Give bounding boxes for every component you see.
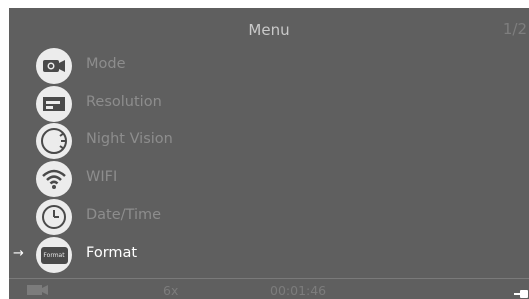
menu-item-wifi[interactable]: WIFI	[9, 161, 529, 197]
menu-item-date-time[interactable]: Date/Time	[9, 199, 529, 235]
video-camera-icon	[27, 284, 49, 299]
selection-arrow: →	[13, 246, 24, 261]
camera-menu-screen: Menu 1/2 Mode Resolution Night Vision WI…	[9, 8, 529, 299]
menu-item-label: Night Vision	[86, 131, 173, 147]
camera-icon	[36, 48, 72, 84]
clock-icon	[36, 199, 72, 235]
menu-item-night-vision[interactable]: Night Vision	[9, 123, 529, 159]
resolution-icon	[36, 86, 72, 122]
page-indicator: 1/2	[502, 20, 527, 38]
battery-icon	[514, 286, 529, 299]
zoom-level: 6x	[163, 283, 179, 298]
menu-item-mode[interactable]: Mode	[9, 48, 529, 84]
menu-item-label: Resolution	[86, 94, 162, 110]
menu-title: Menu	[248, 21, 290, 39]
menu-item-label: Mode	[86, 56, 126, 72]
format-icon: Format	[36, 237, 72, 273]
menu-item-format[interactable]: → Format Format	[9, 237, 529, 273]
status-bar: 6x 00:01:46	[9, 278, 529, 299]
menu-item-resolution[interactable]: Resolution	[9, 86, 529, 122]
menu-item-label: Date/Time	[86, 207, 162, 223]
format-icon-badge: Format	[40, 246, 68, 264]
recording-time: 00:01:46	[270, 283, 327, 298]
night-vision-icon	[36, 123, 72, 159]
menu-item-label: WIFI	[86, 169, 118, 185]
wifi-icon	[36, 161, 72, 197]
menu-item-label: Format	[86, 245, 138, 261]
